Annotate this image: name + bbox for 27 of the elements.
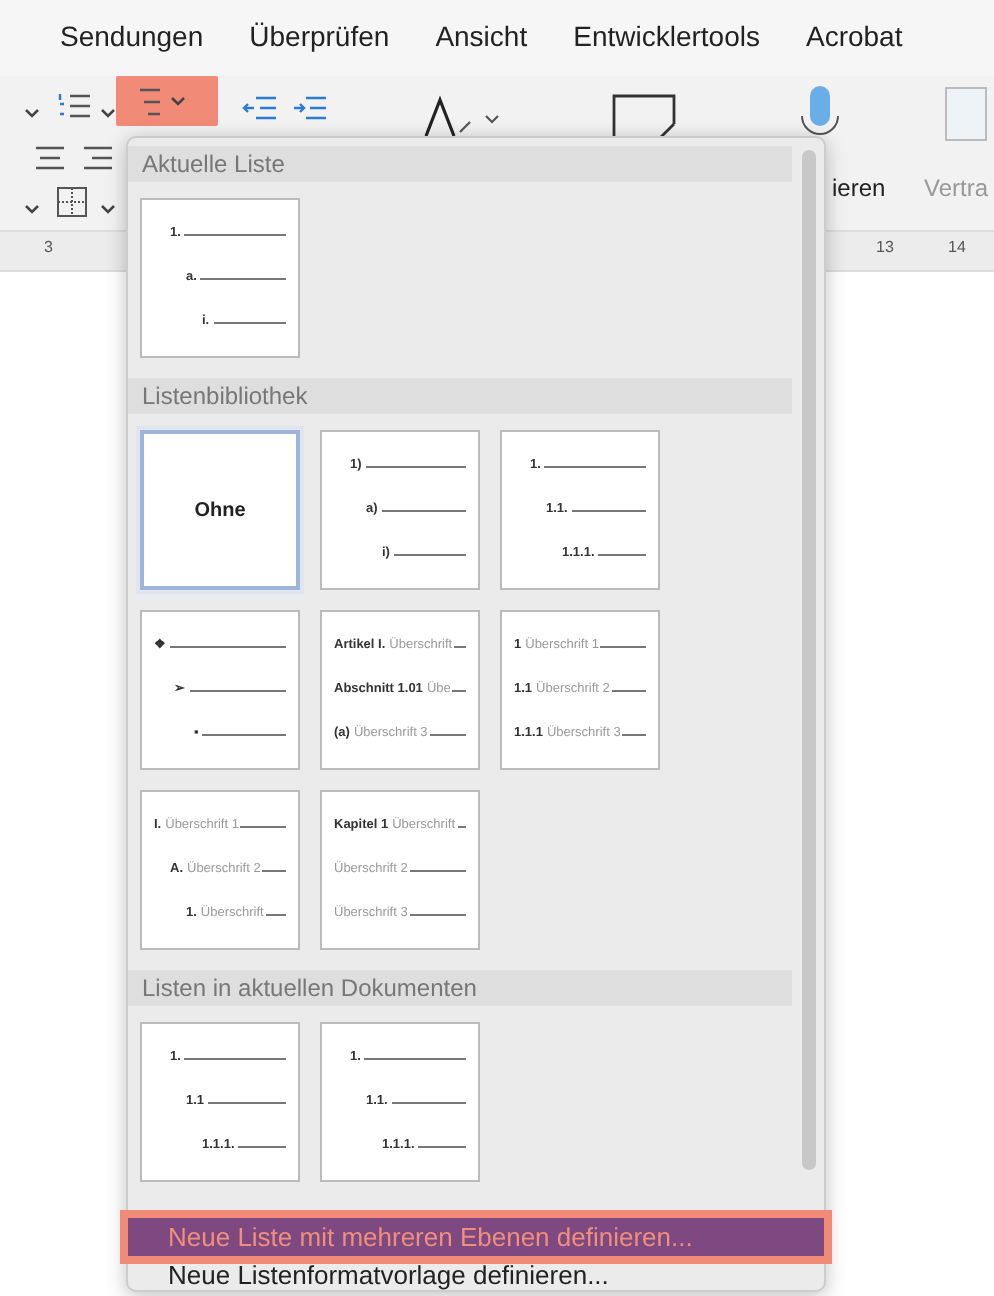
styles-icon[interactable] <box>420 92 504 140</box>
caret-icon[interactable] <box>100 105 116 122</box>
align-right-icon[interactable] <box>80 143 116 172</box>
ruler-number: 3 <box>44 236 53 260</box>
caret-icon[interactable] <box>24 105 40 122</box>
ribbon-tab[interactable]: Entwicklertools <box>573 16 782 76</box>
section-heading: Aktuelle Liste <box>128 146 792 182</box>
borders-icon[interactable] <box>56 185 88 218</box>
section-heading: Listen in aktuellen Dokumenten <box>128 970 792 1006</box>
caret-icon[interactable] <box>100 201 116 218</box>
tile-caption: Ohne <box>194 497 246 525</box>
increase-indent-icon[interactable] <box>290 91 330 124</box>
align-center-icon[interactable] <box>32 143 68 172</box>
ruler-number: 13 <box>876 236 894 260</box>
ribbon-label[interactable]: ieren <box>832 170 886 206</box>
decrease-indent-icon[interactable] <box>240 91 280 124</box>
ribbon-tab[interactable]: Ansicht <box>435 16 550 76</box>
ruler-number: 14 <box>948 236 966 260</box>
ribbon-tab[interactable]: Sendungen <box>60 16 226 76</box>
ribbon-tab[interactable]: Acrobat <box>805 16 925 76</box>
caret-icon[interactable] <box>24 201 40 218</box>
multilevel-list-button[interactable] <box>116 76 218 126</box>
section-heading: Listenbibliothek <box>128 378 792 414</box>
menu-item[interactable]: Neue Listenformatvorlage definieren... <box>128 1256 824 1294</box>
ribbon-tab[interactable]: Überprüfen <box>249 16 412 76</box>
list-style-tile[interactable]: Ohne <box>140 430 300 590</box>
scrollbar-thumb[interactable] <box>802 150 816 1170</box>
